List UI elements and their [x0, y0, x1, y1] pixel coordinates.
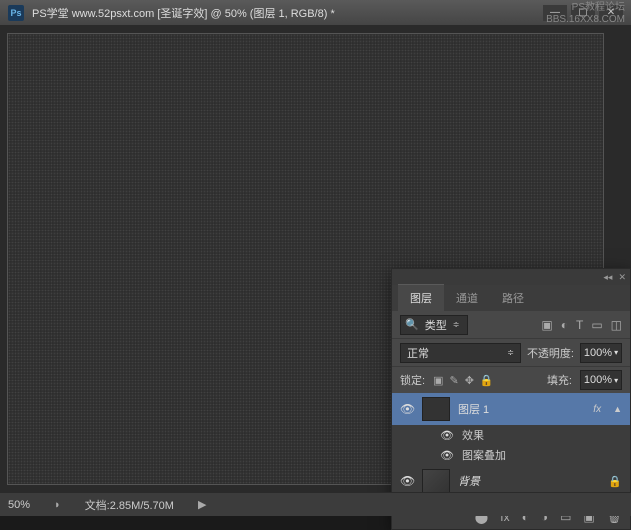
- visibility-icon[interactable]: 👁: [400, 402, 414, 416]
- layer-row-1[interactable]: 👁 图层 1 fx ▲: [392, 393, 630, 425]
- blend-mode-label: 正常: [407, 345, 429, 361]
- app-logo: Ps: [8, 5, 24, 21]
- watermark-line1: PS教程论坛: [546, 2, 625, 14]
- lock-transparent-icon[interactable]: ▣: [433, 374, 443, 387]
- fx-badge: fx: [593, 404, 601, 415]
- statusbar: 50% ◗ 文档:2.85M/5.70M ▶: [0, 492, 631, 516]
- panel-tabs: 图层 通道 路径: [392, 285, 630, 311]
- filter-shape-icon[interactable]: ▭: [591, 318, 602, 332]
- zoom-level[interactable]: 50%: [8, 499, 30, 511]
- effect-item-row[interactable]: 👁 图案叠加: [392, 445, 630, 465]
- layers-panel: ◂◂ ✕ 图层 通道 路径 🔍 类型 ≑ ▣ ◐ T ▭ ◫ 正常≑ 不透明度:…: [391, 268, 631, 530]
- watermark: PS教程论坛 BBS.16XX8.COM: [546, 2, 625, 26]
- layer-name[interactable]: 图层 1: [458, 401, 585, 417]
- filter-row: 🔍 类型 ≑ ▣ ◐ T ▭ ◫: [392, 311, 630, 339]
- status-arrow-icon[interactable]: ▶: [198, 498, 206, 511]
- visibility-icon[interactable]: 👁: [400, 474, 414, 488]
- status-icon[interactable]: ◗: [54, 499, 61, 511]
- lock-icon: 🔒: [608, 475, 622, 488]
- blend-row: 正常≑ 不透明度: 100%▾: [392, 339, 630, 367]
- layer-thumbnail[interactable]: [422, 397, 450, 421]
- filter-text-icon[interactable]: T: [576, 318, 583, 332]
- layer-thumbnail[interactable]: [422, 469, 450, 493]
- layers-list: 👁 图层 1 fx ▲ 👁 效果 👁 图案叠加 👁 背景 🔒: [392, 393, 630, 503]
- collapse-icon[interactable]: ◂◂: [603, 272, 612, 283]
- panel-header: ◂◂ ✕: [392, 269, 630, 285]
- layer-name[interactable]: 背景: [458, 473, 600, 489]
- visibility-icon[interactable]: 👁: [440, 429, 454, 442]
- effect-item-label: 图案叠加: [462, 447, 506, 463]
- lock-icons: ▣ ✎ ✥ 🔒: [433, 374, 494, 387]
- tab-paths[interactable]: 路径: [490, 285, 536, 311]
- fill-input[interactable]: 100%▾: [580, 370, 622, 390]
- filter-pixel-icon[interactable]: ▣: [541, 318, 552, 332]
- panel-close-icon[interactable]: ✕: [618, 272, 626, 283]
- filter-adjust-icon[interactable]: ◐: [561, 318, 568, 332]
- filter-type-select[interactable]: 🔍 类型 ≑: [400, 315, 468, 335]
- blend-mode-select[interactable]: 正常≑: [400, 343, 521, 363]
- lock-label: 锁定:: [400, 372, 425, 388]
- lock-all-icon[interactable]: 🔒: [480, 374, 494, 387]
- expand-icon[interactable]: ▲: [613, 404, 622, 414]
- filter-smart-icon[interactable]: ◫: [611, 318, 622, 332]
- tab-channels[interactable]: 通道: [444, 285, 490, 311]
- filter-type-label: 类型: [425, 317, 447, 333]
- lock-pixels-icon[interactable]: ✎: [449, 374, 458, 387]
- watermark-line2: BBS.16XX8.COM: [546, 14, 625, 26]
- opacity-label: 不透明度:: [527, 345, 574, 361]
- fill-label: 填充:: [547, 372, 572, 388]
- effects-row[interactable]: 👁 效果: [392, 425, 630, 445]
- effects-label: 效果: [462, 427, 484, 443]
- titlebar: Ps PS学堂 www.52psxt.com [圣诞字效] @ 50% (图层 …: [0, 0, 631, 26]
- opacity-input[interactable]: 100%▾: [580, 343, 622, 363]
- lock-position-icon[interactable]: ✥: [465, 374, 474, 387]
- lock-row: 锁定: ▣ ✎ ✥ 🔒 填充: 100%▾: [392, 367, 630, 393]
- tab-layers[interactable]: 图层: [398, 284, 444, 311]
- visibility-icon[interactable]: 👁: [440, 449, 454, 462]
- filter-icons: ▣ ◐ T ▭ ◫: [541, 318, 622, 332]
- doc-size: 文档:2.85M/5.70M: [85, 497, 174, 513]
- document-title: PS学堂 www.52psxt.com [圣诞字效] @ 50% (图层 1, …: [32, 5, 543, 21]
